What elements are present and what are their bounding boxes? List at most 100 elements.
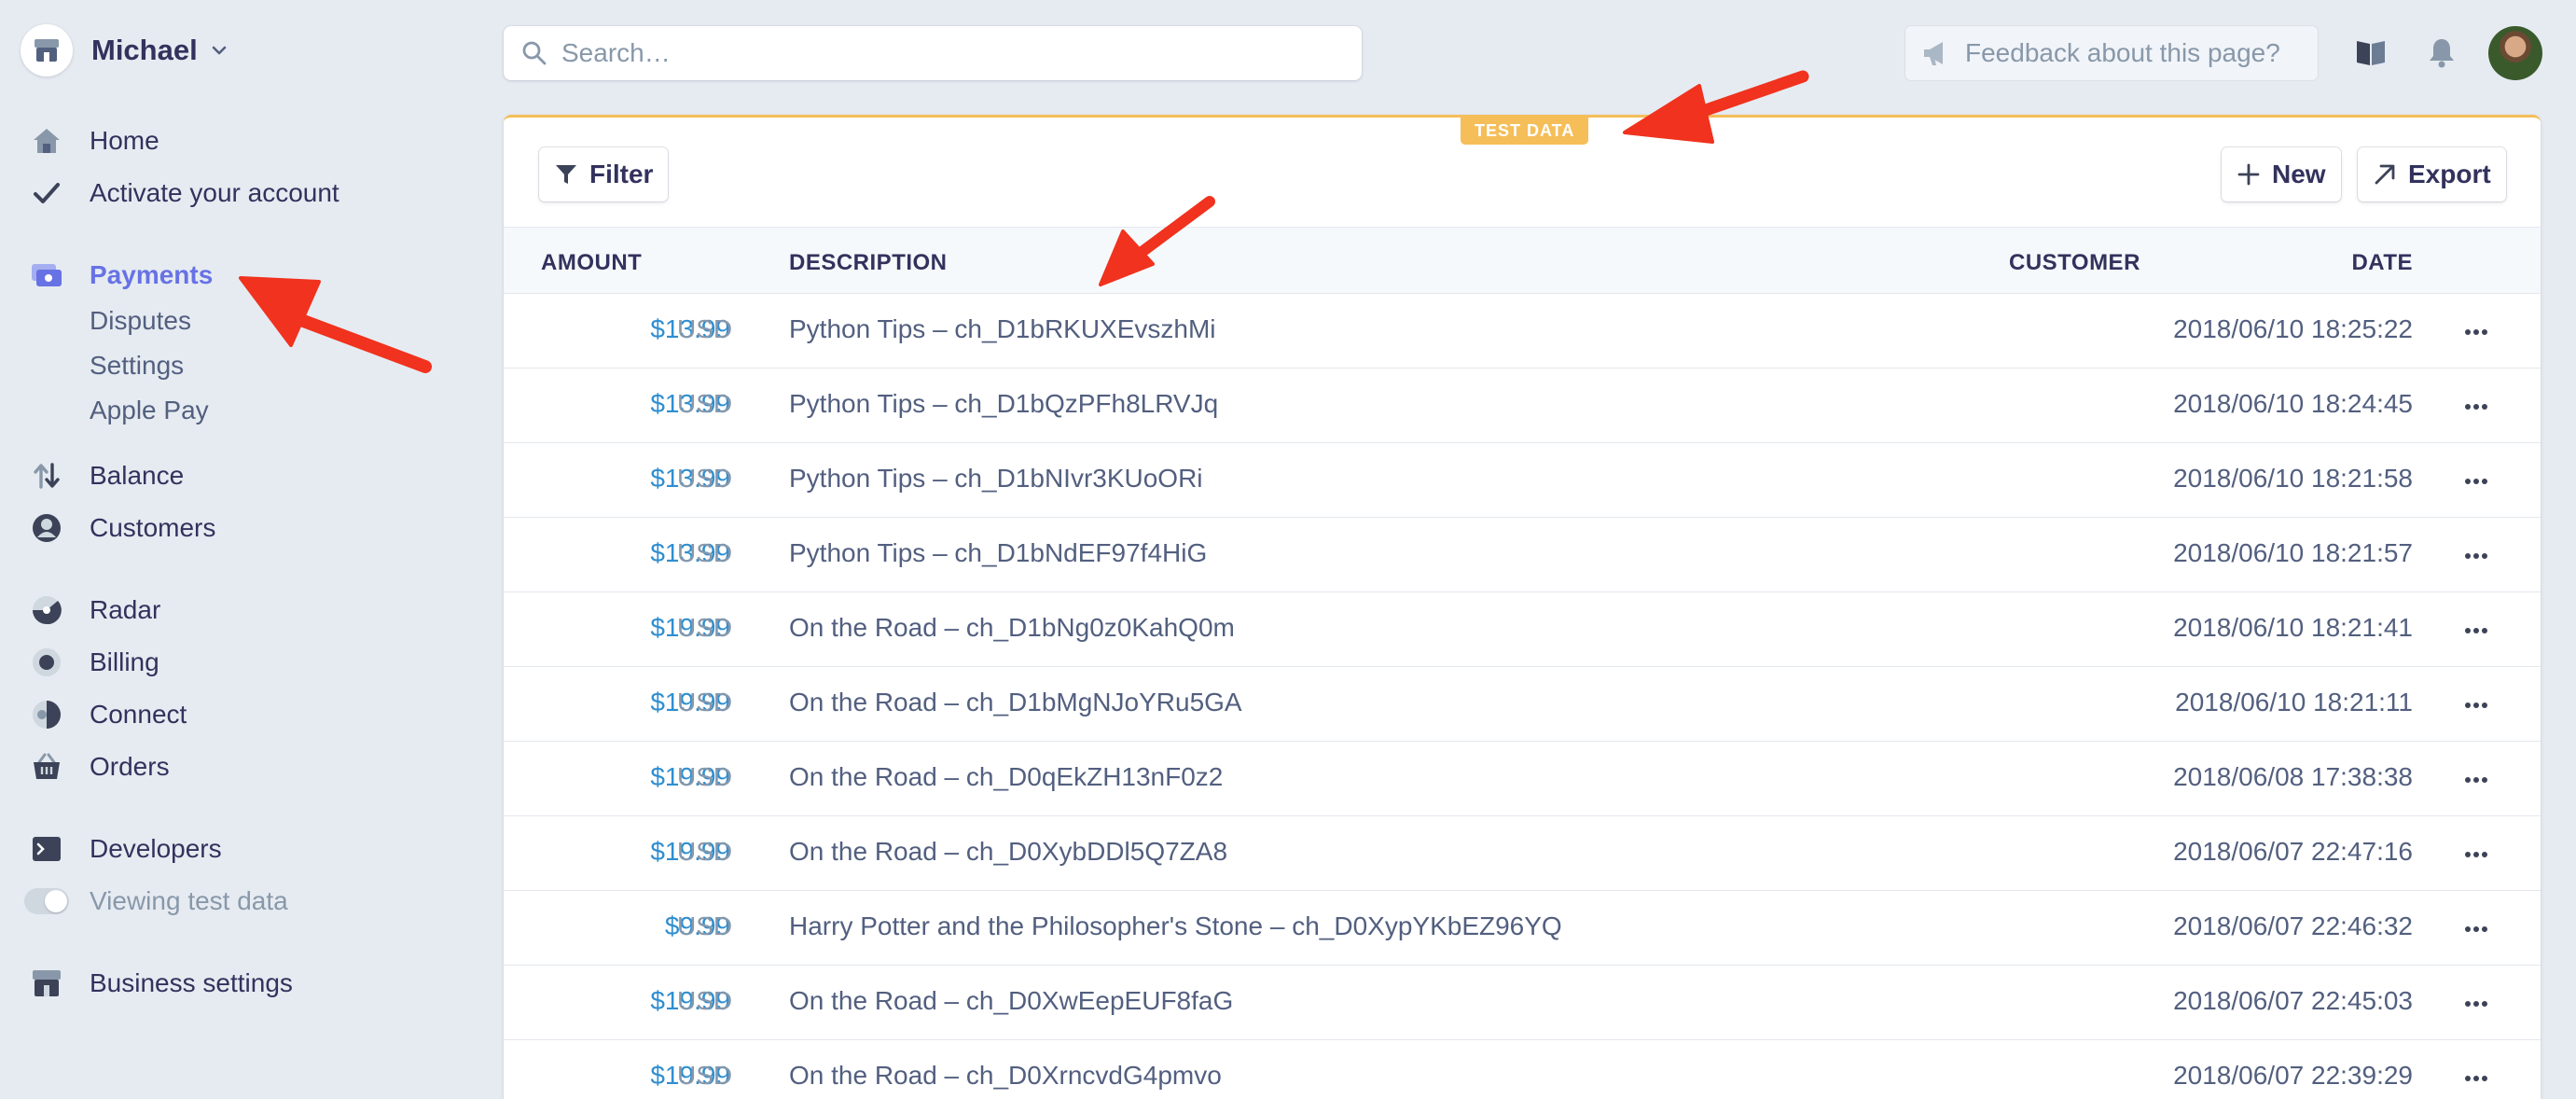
- more-options-icon[interactable]: [2460, 689, 2492, 721]
- sidebar-item-label: Activate your account: [90, 178, 339, 207]
- more-options-icon[interactable]: [2460, 540, 2492, 572]
- account-switcher[interactable]: Michael: [21, 24, 229, 77]
- search-bar[interactable]: [504, 26, 1362, 80]
- sidebar-item-balance[interactable]: Balance: [30, 457, 184, 494]
- currency-code: USD: [677, 613, 733, 642]
- date-text: 2018/06/08 17:38:38: [2173, 762, 2413, 791]
- sidebar-item-customers[interactable]: Customers: [30, 509, 215, 547]
- connect-icon: [30, 698, 63, 731]
- terminal-icon: [30, 832, 63, 866]
- sidebar-item-label: Developers: [90, 834, 222, 863]
- sidebar-item-label: Home: [90, 126, 159, 155]
- table-row[interactable]: $19.99 USD On the Road – ch_D1bMgNJoYRu5GA…: [504, 667, 2541, 742]
- more-options-icon[interactable]: [2460, 615, 2492, 647]
- sidebar-item-payments[interactable]: Payments: [30, 257, 213, 294]
- table-row[interactable]: $13.99 USD Python Tips – ch_D1bNIvr3KUoORi…: [504, 443, 2541, 518]
- description-text: On the Road – ch_D0XrncvdG4pmvo: [789, 1061, 1222, 1090]
- sidebar-item-home[interactable]: Home: [30, 122, 159, 160]
- more-options-icon[interactable]: [2460, 1063, 2492, 1094]
- table-row[interactable]: $13.99 USD Python Tips – ch_D1bQzPFh8LRVJq…: [504, 369, 2541, 443]
- sidebar-item-apple-pay[interactable]: Apple Pay: [90, 396, 209, 425]
- payments-icon: [30, 258, 63, 292]
- more-options-icon[interactable]: [2460, 988, 2492, 1020]
- sidebar-item-billing[interactable]: Billing: [30, 644, 159, 681]
- filter-icon: [556, 165, 576, 184]
- description-text: On the Road – ch_D0XybDDl5Q7ZA8: [789, 837, 1228, 866]
- description-text: Python Tips – ch_D1bRKUXEvszhMi: [789, 314, 1216, 343]
- description-text: On the Road – ch_D0XwEepEUF8faG: [789, 986, 1234, 1015]
- sidebar-item-activate-account[interactable]: Activate your account: [30, 174, 339, 212]
- account-name: Michael: [91, 34, 198, 66]
- table-row[interactable]: $13.99 USD Python Tips – ch_D1bNdEF97f4HiG…: [504, 518, 2541, 592]
- export-arrow-icon: [2375, 164, 2395, 185]
- sidebar-item-radar[interactable]: Radar: [30, 591, 160, 629]
- currency-code: USD: [677, 986, 733, 1015]
- column-header-date[interactable]: DATE: [2351, 250, 2413, 276]
- currency-code: USD: [677, 314, 733, 343]
- currency-code: USD: [677, 688, 733, 716]
- more-options-icon[interactable]: [2460, 391, 2492, 423]
- description-text: Harry Potter and the Philosopher's Stone…: [789, 911, 1562, 940]
- megaphone-icon: [1924, 42, 1943, 65]
- avatar[interactable]: [2488, 26, 2542, 80]
- date-text: 2018/06/10 18:21:11: [2175, 688, 2413, 716]
- filter-label: Filter: [589, 160, 654, 188]
- filter-button[interactable]: Filter: [539, 147, 669, 202]
- currency-code: USD: [677, 911, 733, 940]
- sidebar-item-settings[interactable]: Settings: [90, 351, 184, 381]
- sidebar-item-disputes[interactable]: Disputes: [90, 306, 191, 336]
- date-text: 2018/06/10 18:21:41: [2173, 613, 2413, 642]
- currency-code: USD: [677, 837, 733, 866]
- toggle-switch[interactable]: [24, 888, 69, 914]
- table-row[interactable]: $19.99 USD On the Road – ch_D0qEkZH13nF0z2…: [504, 742, 2541, 816]
- description-text: Python Tips – ch_D1bQzPFh8LRVJq: [789, 389, 1219, 418]
- export-button[interactable]: Export: [2358, 147, 2506, 202]
- more-options-icon[interactable]: [2460, 764, 2492, 796]
- date-text: 2018/06/07 22:39:29: [2173, 1061, 2413, 1090]
- column-header-description[interactable]: DESCRIPTION: [789, 250, 948, 276]
- description-text: Python Tips – ch_D1bNdEF97f4HiG: [789, 538, 1208, 567]
- feedback-box[interactable]: [1905, 26, 2318, 80]
- table-row[interactable]: $19.99 USD On the Road – ch_D1bNg0z0KahQ0m…: [504, 592, 2541, 667]
- sidebar-item-label: Business settings: [90, 968, 293, 997]
- more-options-icon[interactable]: [2460, 466, 2492, 497]
- sidebar-item-label: Connect: [90, 700, 187, 729]
- currency-code: USD: [677, 389, 733, 418]
- table-header: AMOUNT DESCRIPTION CUSTOMER DATE: [504, 227, 2541, 294]
- more-options-icon[interactable]: [2460, 913, 2492, 945]
- plus-icon: [2237, 163, 2260, 186]
- table-row[interactable]: $9.99 USD Harry Potter and the Philosopher…: [504, 891, 2541, 966]
- test-data-label: Viewing test data: [90, 886, 288, 915]
- table-row[interactable]: $13.99 USD Python Tips – ch_D1bRKUXEvszhMi…: [504, 294, 2541, 369]
- currency-code: USD: [677, 538, 733, 567]
- table-row[interactable]: $19.99 USD On the Road – ch_D0XybDDl5Q7ZA8…: [504, 816, 2541, 891]
- sidebar-item-label: Balance: [90, 461, 185, 490]
- table-row[interactable]: $19.99 USD On the Road – ch_D0XwEepEUF8faG…: [504, 966, 2541, 1040]
- feedback-input[interactable]: [1965, 38, 2301, 68]
- column-header-amount[interactable]: AMOUNT: [541, 250, 642, 276]
- test-data-toggle[interactable]: Viewing test data: [24, 883, 288, 920]
- search-input[interactable]: [561, 38, 1308, 68]
- sidebar-item-label: Billing: [90, 647, 159, 676]
- description-text: On the Road – ch_D1bNg0z0KahQ0m: [789, 613, 1235, 642]
- sidebar-item-business-settings[interactable]: Business settings: [30, 965, 293, 1002]
- export-label: Export: [2408, 160, 2491, 188]
- bell-icon[interactable]: [2423, 34, 2460, 71]
- sidebar-item-developers[interactable]: Developers: [30, 830, 222, 868]
- sidebar-item-label: Orders: [90, 752, 170, 781]
- store-icon: [21, 24, 73, 77]
- store-icon: [30, 967, 63, 1000]
- sidebar-item-label: Payments: [90, 260, 214, 289]
- more-options-icon[interactable]: [2460, 316, 2492, 348]
- sidebar-item-connect[interactable]: Connect: [30, 696, 187, 733]
- sidebar: Michael Home Activate your account Payme…: [0, 0, 485, 1099]
- sidebar-item-orders[interactable]: Orders: [30, 748, 170, 786]
- table-row[interactable]: $19.99 USD On the Road – ch_D0XrncvdG4pmvo…: [504, 1040, 2541, 1099]
- more-options-icon[interactable]: [2460, 839, 2492, 870]
- column-header-customer[interactable]: CUSTOMER: [2009, 250, 2140, 276]
- date-text: 2018/06/10 18:21:57: [2173, 538, 2413, 567]
- new-button[interactable]: New: [2222, 147, 2341, 202]
- docs-book-icon[interactable]: [2352, 34, 2389, 71]
- currency-code: USD: [677, 762, 733, 791]
- home-icon: [30, 124, 63, 158]
